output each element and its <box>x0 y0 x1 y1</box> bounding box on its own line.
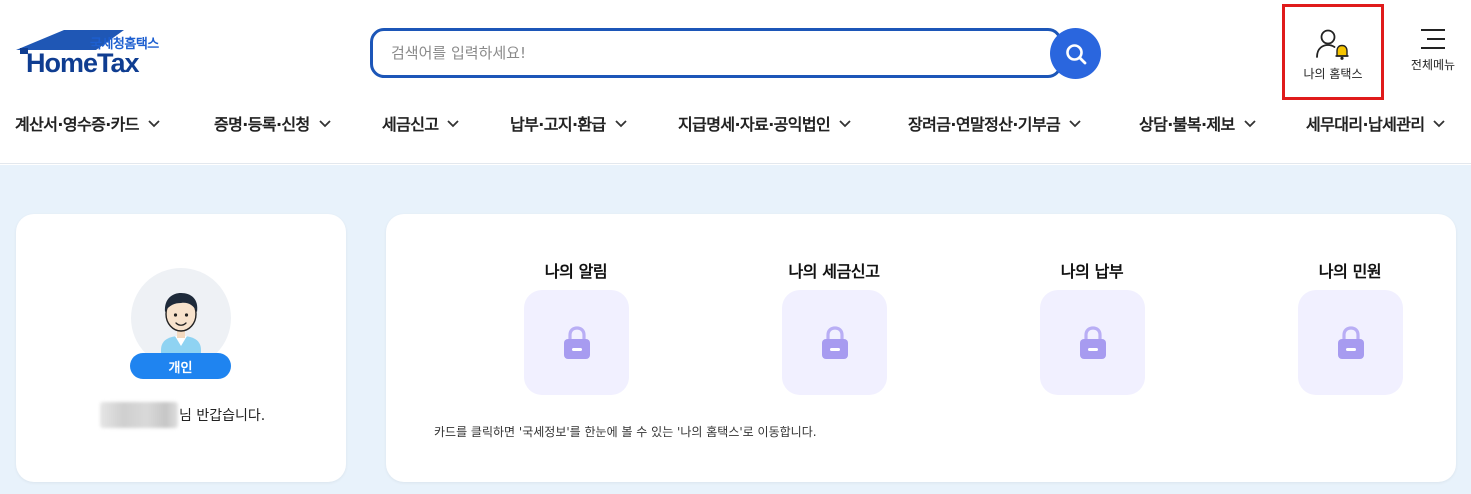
card-my-civil-petition[interactable]: 나의 민원 <box>1250 258 1450 398</box>
card-title: 나의 민원 <box>1318 262 1382 281</box>
hometax-logo[interactable]: 국세청홈택스 HomeTax <box>14 28 174 80</box>
gnb-item-payment[interactable]: 납부·고지·환급 <box>510 108 628 138</box>
hamburger-icon <box>1421 29 1445 49</box>
chevron-down-icon <box>148 120 160 128</box>
search-button[interactable] <box>1050 28 1101 79</box>
user-type-badge: 개인 <box>130 353 231 379</box>
redacted-username <box>100 402 178 428</box>
card-lock-box[interactable] <box>782 290 887 395</box>
gnb-item-tax-filing[interactable]: 세금신고 <box>382 108 460 138</box>
main-area: 개인 님 반갑습니다. 나의 알림 나의 세금신고 나의 납부 나의 민원 카드… <box>0 165 1471 494</box>
card-title: 나의 세금신고 <box>788 262 880 281</box>
cards-hint-text: 카드를 클릭하면 '국세정보'를 한눈에 볼 수 있는 '나의 홈택스'로 이동… <box>434 425 817 439</box>
chevron-down-icon <box>615 120 627 128</box>
search-box <box>370 28 1062 78</box>
greeting-text: 님 반갑습니다. <box>179 408 266 424</box>
global-nav: 계산서·영수증·카드 증명·등록·신청 세금신고 납부·고지·환급 지급명세·자… <box>0 108 1471 138</box>
card-my-payment[interactable]: 나의 납부 <box>992 258 1192 398</box>
logo-title: HomeTax <box>26 48 140 78</box>
site-header: 국세청홈택스 HomeTax 나의 홈택스 전체메뉴 계산서·영수증·카드 증명… <box>0 0 1471 164</box>
chevron-down-icon <box>1069 120 1081 128</box>
lock-icon <box>563 325 590 359</box>
gnb-item-statement[interactable]: 지급명세·자료·공익법인 <box>678 108 852 138</box>
card-my-notifications[interactable]: 나의 알림 <box>476 258 676 398</box>
all-menu-label: 전체메뉴 <box>1410 58 1456 72</box>
gnb-item-incentive[interactable]: 장려금·연말정산·기부금 <box>908 108 1082 138</box>
gnb-item-tax-agent[interactable]: 세무대리·납세관리 <box>1306 108 1446 138</box>
my-hometax-label: 나의 홈택스 <box>1303 67 1363 81</box>
card-lock-box[interactable] <box>524 290 629 395</box>
profile-card: 개인 님 반갑습니다. <box>16 214 346 482</box>
chevron-down-icon <box>447 120 460 128</box>
greeting: 님 반갑습니다. <box>100 402 265 428</box>
chevron-down-icon <box>1433 120 1446 128</box>
card-lock-box[interactable] <box>1040 290 1145 395</box>
gnb-item-consulting[interactable]: 상담·불복·제보 <box>1139 108 1257 138</box>
gnb-item-certificate[interactable]: 증명·등록·신청 <box>214 108 332 138</box>
user-bell-icon <box>1316 29 1349 60</box>
my-hometax-button[interactable]: 나의 홈택스 <box>1282 4 1384 100</box>
card-title: 나의 알림 <box>544 262 608 281</box>
chevron-down-icon <box>319 120 331 128</box>
lock-icon <box>1079 325 1106 359</box>
lock-icon <box>1337 325 1364 359</box>
chevron-down-icon <box>1244 120 1256 128</box>
lock-icon <box>821 325 848 359</box>
all-menu-button[interactable]: 전체메뉴 <box>1398 28 1468 88</box>
search-input[interactable] <box>391 41 1031 65</box>
card-lock-box[interactable] <box>1298 290 1403 395</box>
my-hometax-cards: 나의 알림 나의 세금신고 나의 납부 나의 민원 카드를 클릭하면 '국세정보… <box>386 214 1456 482</box>
search-icon <box>1065 43 1086 64</box>
card-my-tax-filing[interactable]: 나의 세금신고 <box>734 258 934 398</box>
gnb-item-invoice[interactable]: 계산서·영수증·카드 <box>15 108 161 138</box>
card-title: 나의 납부 <box>1060 262 1124 281</box>
chevron-down-icon <box>839 120 851 128</box>
